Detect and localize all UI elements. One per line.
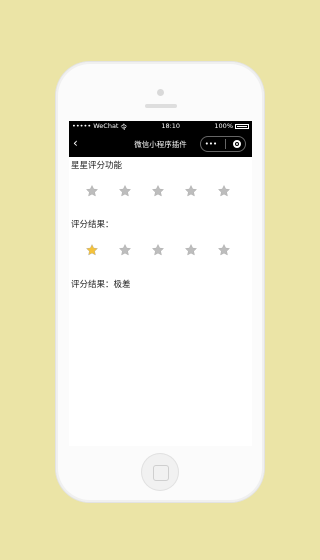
battery-icon bbox=[235, 123, 249, 129]
carrier-label: ••••• WeChat bbox=[72, 122, 119, 130]
status-right: 100% bbox=[214, 122, 249, 130]
status-left: ••••• WeChat 令 bbox=[72, 121, 127, 131]
star-empty-icon bbox=[217, 184, 231, 198]
star-empty-icon bbox=[151, 184, 165, 198]
rating-input[interactable] bbox=[71, 243, 250, 261]
star-empty-icon[interactable] bbox=[151, 243, 165, 257]
status-bar: ••••• WeChat 令 18:10 100% bbox=[69, 121, 252, 131]
capsule-divider bbox=[224, 139, 226, 149]
camera bbox=[157, 89, 164, 96]
navigation-bar: ‹ 微信小程序插件 ••• bbox=[69, 131, 252, 157]
rating-input-label: 评分结果： bbox=[71, 220, 114, 230]
star-empty-icon bbox=[118, 184, 132, 198]
speaker-grille bbox=[145, 104, 177, 108]
mini-program-capsule: ••• bbox=[200, 136, 246, 152]
battery-percent: 100% bbox=[214, 122, 233, 130]
rating-display bbox=[71, 184, 250, 202]
star-empty-icon bbox=[184, 184, 198, 198]
star-empty-icon[interactable] bbox=[217, 243, 231, 257]
close-program-button[interactable] bbox=[233, 140, 242, 148]
star-filled-icon[interactable] bbox=[85, 243, 99, 257]
star-empty-icon[interactable] bbox=[118, 243, 132, 257]
status-time: 18:10 bbox=[161, 122, 181, 130]
rating-result-text: 评分结果：极差 bbox=[71, 280, 131, 290]
star-empty-icon bbox=[85, 184, 99, 198]
star-empty-icon[interactable] bbox=[184, 243, 198, 257]
home-button[interactable] bbox=[141, 453, 179, 491]
wifi-icon: 令 bbox=[120, 123, 127, 131]
phone-screen: ••••• WeChat 令 18:10 100% ‹ 微信小程序插件 ••• … bbox=[69, 121, 252, 446]
section-title: 星星评分功能 bbox=[71, 161, 123, 171]
page-content: 星星评分功能 评分结果： 评分结果：极差 bbox=[69, 159, 252, 290]
more-menu-button[interactable]: ••• bbox=[205, 140, 217, 148]
chevron-left-icon[interactable]: ‹ bbox=[73, 137, 78, 149]
